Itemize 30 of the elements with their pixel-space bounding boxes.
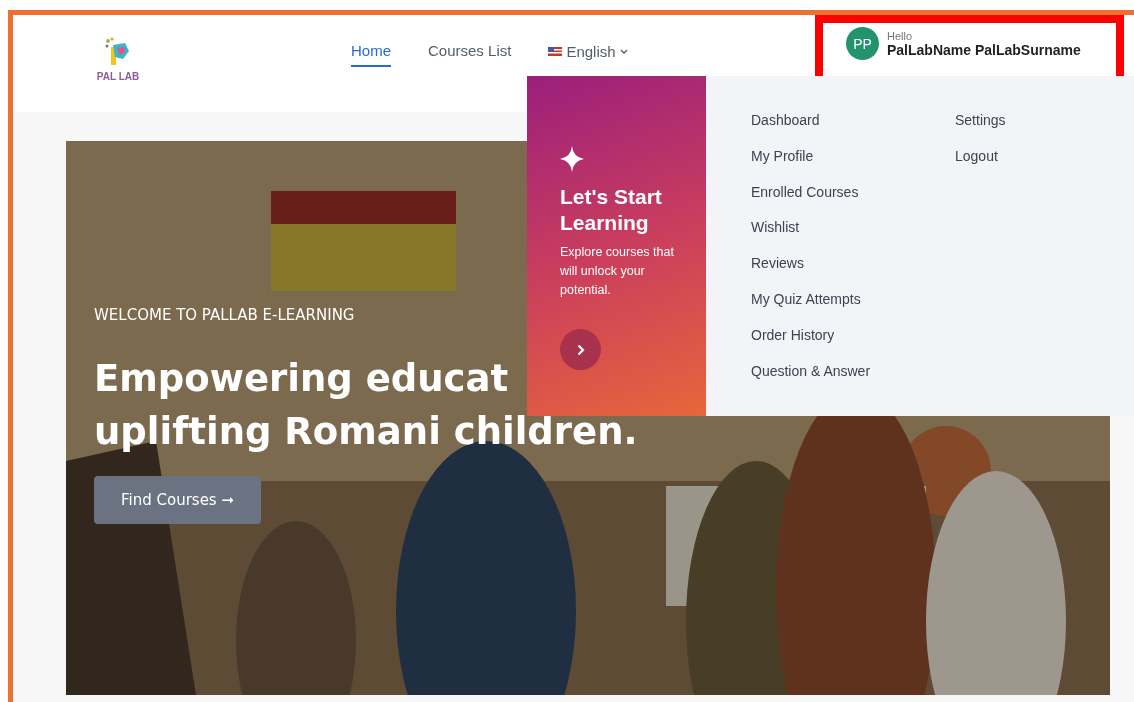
logo-icon bbox=[105, 37, 131, 67]
menu-item[interactable]: Logout bbox=[955, 146, 998, 165]
promo-title: Let's Start Learning bbox=[560, 184, 663, 236]
user-menu[interactable]: PP Hello PalLabName PalLabSurname bbox=[846, 27, 1081, 60]
next-button[interactable] bbox=[560, 329, 601, 370]
menu-item[interactable]: Question & Answer bbox=[751, 361, 871, 380]
hero-eyebrow: WELCOME TO PALLAB E-LEARNING bbox=[94, 306, 355, 324]
promo-text: Explore courses that will unlock your potential. bbox=[560, 244, 675, 299]
logo-text: PAL LAB bbox=[96, 71, 140, 82]
find-courses-button[interactable]: Find Courses ➞ bbox=[94, 476, 262, 524]
menu-item[interactable]: Dashboard bbox=[751, 111, 820, 129]
chevron-down-icon bbox=[619, 49, 628, 54]
hero-heading: Empowering educat bbox=[94, 356, 510, 402]
user-avatar: PP bbox=[846, 27, 879, 60]
flag-icon bbox=[548, 47, 563, 56]
menu-item[interactable]: Settings bbox=[955, 111, 1006, 129]
greeting: Hello bbox=[887, 29, 914, 42]
nav-link[interactable]: Home bbox=[351, 36, 391, 67]
nav-link[interactable]: Courses List bbox=[428, 36, 512, 67]
hero-heading: uplifting Romani children. bbox=[94, 409, 638, 455]
menu-item[interactable]: My Profile bbox=[751, 146, 814, 165]
language-selector[interactable]: English bbox=[548, 43, 628, 60]
sparkle-icon bbox=[560, 146, 584, 172]
menu-item[interactable]: Wishlist bbox=[751, 218, 800, 237]
user-name: PalLabName PalLabSurname bbox=[887, 41, 1081, 58]
menu-item[interactable]: Enrolled Courses bbox=[751, 182, 859, 201]
menu-item[interactable]: My Quiz Attempts bbox=[751, 290, 861, 308]
menu-item[interactable]: Order History bbox=[751, 325, 835, 344]
chevron-right-icon bbox=[576, 343, 585, 356]
menu-item[interactable]: Reviews bbox=[751, 254, 804, 273]
